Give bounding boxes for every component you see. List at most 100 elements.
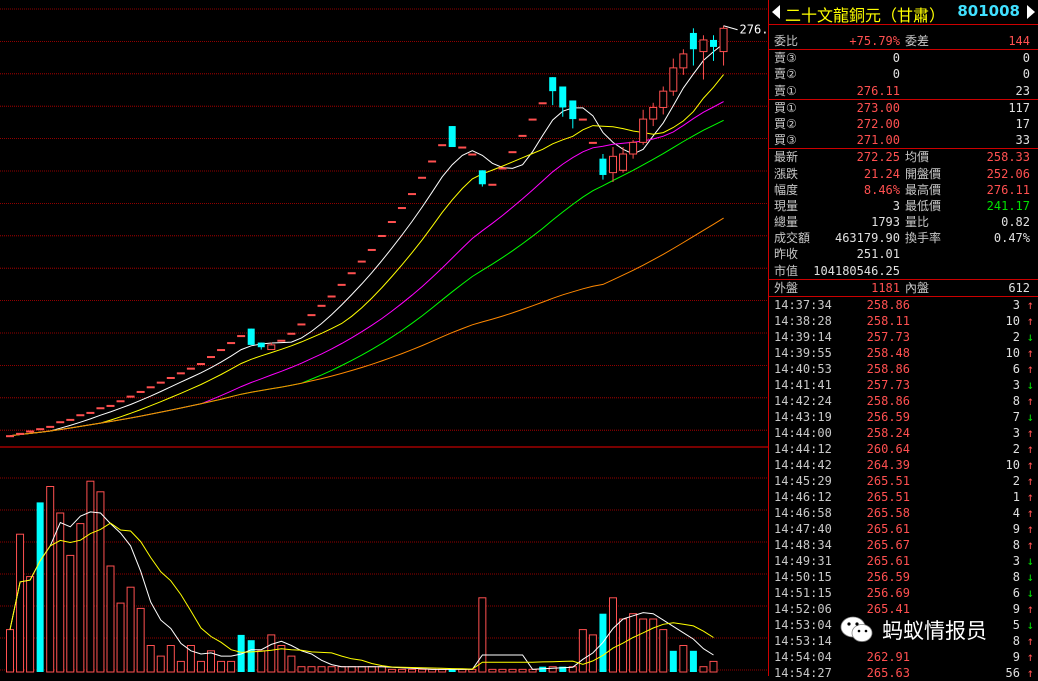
sell2-vol: 0 <box>1022 67 1030 82</box>
candle-body <box>458 146 467 149</box>
volume-bar <box>639 618 648 673</box>
volume-bar <box>76 523 85 673</box>
candle-body <box>297 323 306 326</box>
candle-body <box>387 221 396 224</box>
candle-body <box>26 430 35 433</box>
kline-chart[interactable]: 276.11 <box>0 0 768 676</box>
candle-body <box>649 106 658 120</box>
volume-bar <box>699 666 708 673</box>
candle-body <box>317 304 326 307</box>
sell1-row[interactable]: 賣① 276.11 23 <box>769 83 1038 99</box>
candle-body <box>448 126 456 148</box>
inner-label: 內盤 <box>905 280 930 295</box>
tick-volume: 3 <box>1012 378 1020 392</box>
volume-bar <box>327 666 336 673</box>
candle-body <box>679 53 688 69</box>
volume-bar <box>488 668 497 673</box>
tick-volume: 10 <box>1005 346 1020 360</box>
candle-body <box>237 335 246 338</box>
buy1-row[interactable]: 買① 273.00 117 <box>769 100 1038 116</box>
tick-volume: 9 <box>1012 650 1020 664</box>
volume-bar <box>166 645 175 673</box>
sell2-label: 賣② <box>774 67 797 82</box>
volume-bar <box>46 486 55 673</box>
total-vol-label: 總量 <box>774 215 799 230</box>
candle-body <box>397 207 406 210</box>
candle-body <box>277 339 286 342</box>
outer-value: 1181 <box>871 280 900 295</box>
candle-body <box>528 118 537 121</box>
volume-bar <box>478 597 487 673</box>
high-label: 最高價 <box>905 182 942 197</box>
tick-row: 14:40:53 258.86 6 ↑ <box>769 361 1038 377</box>
weibi-label: 委比 <box>774 34 799 48</box>
tick-row: 14:54:04 262.91 9 ↑ <box>769 649 1038 665</box>
open-label: 開盤價 <box>905 166 942 181</box>
candle-body <box>549 77 557 92</box>
tick-price: 265.67 <box>866 538 910 552</box>
sell3-label: 賣③ <box>774 51 797 66</box>
candle-body <box>619 153 628 171</box>
volume-bar <box>267 634 276 673</box>
tick-time: 14:39:14 <box>774 330 832 344</box>
candle-body <box>96 407 105 410</box>
volume-bar <box>257 650 266 673</box>
candle-body <box>669 67 678 92</box>
tick-volume: 8 <box>1012 538 1020 552</box>
kline-svg[interactable]: 276.11 <box>0 0 768 676</box>
volume-bar <box>126 586 135 673</box>
tick-volume: 6 <box>1012 586 1020 600</box>
low-label: 最低價 <box>905 198 942 213</box>
turnover-label: 換手率 <box>905 231 942 246</box>
ma20-line <box>9 101 724 437</box>
candle-body <box>629 141 638 155</box>
prev-stock-arrow-icon[interactable] <box>772 5 780 19</box>
tick-row: 14:37:34 258.86 3 ↑ <box>769 297 1038 313</box>
sell3-price: 0 <box>892 51 900 66</box>
tick-time: 14:39:55 <box>774 346 832 360</box>
tick-time: 14:37:34 <box>774 298 832 312</box>
tick-time: 14:41:41 <box>774 378 832 392</box>
down-arrow-icon: ↓ <box>1026 570 1034 584</box>
next-stock-arrow-icon[interactable] <box>1027 5 1035 19</box>
volume-ma5-line <box>9 511 714 670</box>
sell2-row[interactable]: 賣② 0 0 <box>769 66 1038 82</box>
tick-price: 258.86 <box>866 298 910 312</box>
candle-body <box>488 183 497 186</box>
tick-price: 258.48 <box>866 346 910 360</box>
candle-body <box>116 400 125 403</box>
tick-time: 14:53:14 <box>774 634 832 648</box>
buy3-row[interactable]: 買③ 271.00 33 <box>769 132 1038 148</box>
tick-price: 258.24 <box>866 426 910 440</box>
candle-body <box>428 160 437 163</box>
up-arrow-icon: ↑ <box>1026 394 1034 408</box>
mkt-cap-label: 市值 <box>774 263 799 278</box>
candle-body <box>478 170 486 185</box>
high-marker-label: 276.11 <box>740 23 768 37</box>
prev-close-row: 昨收 251.01 <box>769 246 1038 262</box>
tick-price: 264.39 <box>866 458 910 472</box>
candle-body <box>76 414 85 417</box>
down-arrow-icon: ↓ <box>1026 554 1034 568</box>
weibi-row: 委比 +75.79% 委差 144 <box>769 33 1038 49</box>
wechat-icon <box>840 616 873 642</box>
volume-bar <box>578 629 587 673</box>
candle-body <box>569 100 577 120</box>
buy2-row[interactable]: 買② 272.00 17 <box>769 116 1038 132</box>
volume-bar <box>377 666 386 673</box>
outer-label: 外盤 <box>774 280 799 295</box>
candle-body <box>357 260 366 263</box>
volume-bar <box>176 660 185 673</box>
candle-body <box>16 432 25 435</box>
volume-bar <box>66 554 75 673</box>
candle-body <box>136 390 145 393</box>
tick-row: 14:44:12 260.64 2 ↑ <box>769 441 1038 457</box>
candle-body <box>639 118 648 143</box>
amount-value: 463179.90 <box>834 231 900 246</box>
candle-body <box>86 411 95 414</box>
sell3-row[interactable]: 賣③ 0 0 <box>769 50 1038 66</box>
sell3-vol: 0 <box>1022 51 1030 66</box>
cur-vol-row: 現量 3 最低價 241.17 <box>769 198 1038 214</box>
tick-time: 14:38:28 <box>774 314 832 328</box>
amount-label: 成交額 <box>774 231 811 246</box>
